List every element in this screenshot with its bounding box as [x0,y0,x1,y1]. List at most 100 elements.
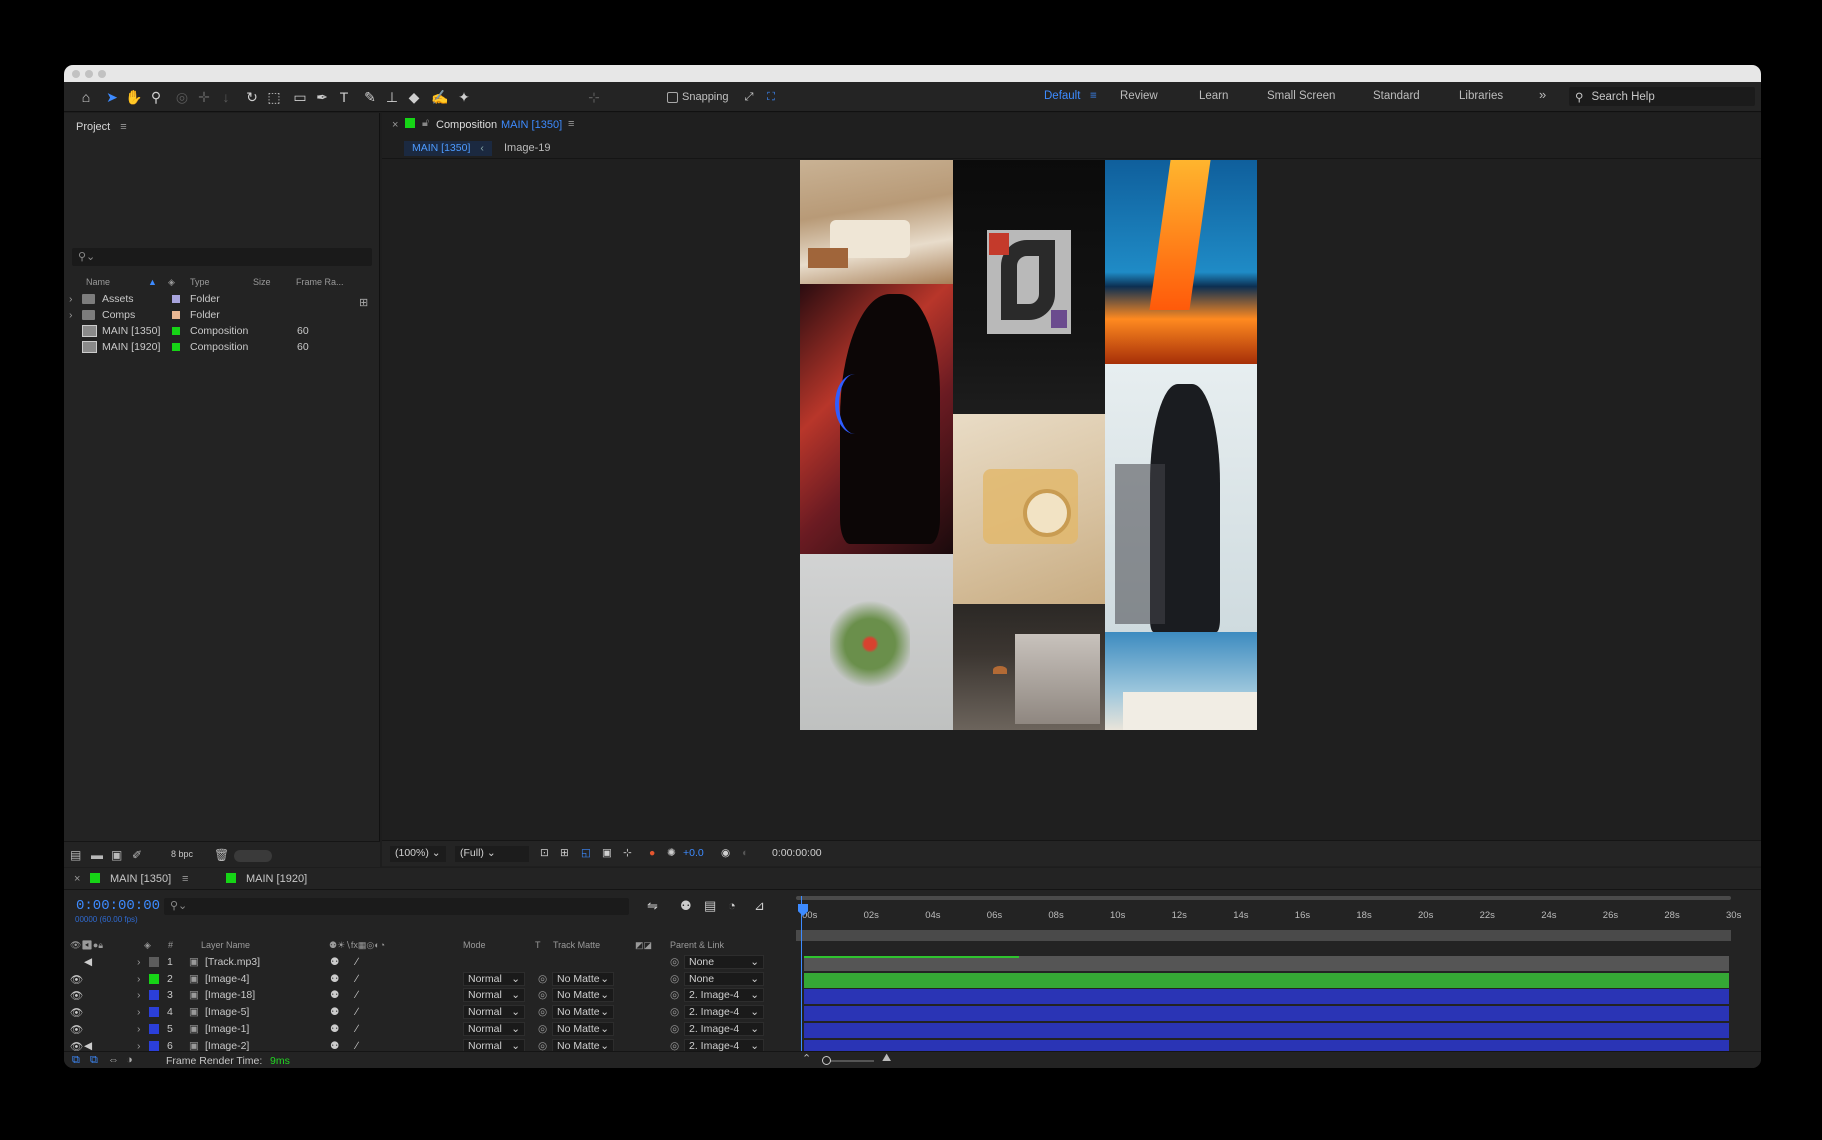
close-window-button[interactable] [72,70,80,78]
layer-duration-bar[interactable] [804,989,1729,1005]
layer-name[interactable]: [Image-18] [205,989,255,1001]
parent-link-select[interactable]: 2. Image-4 ⌄ [684,988,764,1003]
matte-pick-whip-icon[interactable]: ◎ [538,973,547,985]
expand-chevron-icon[interactable]: › [137,1006,141,1018]
workspace-learn[interactable]: Learn [1199,90,1228,102]
puppet-pin-tool-icon[interactable]: ✦ [454,87,474,107]
in-out-icon[interactable]: ⇔ [108,1054,119,1066]
shy-switch-icon[interactable]: ⚉ [330,1006,339,1018]
rectangle-tool-icon[interactable]: ▭ [290,87,310,107]
current-time-indicator[interactable] [801,896,802,1051]
lock-icon[interactable]: 🔓︎ [422,117,429,130]
image-tile-sofa[interactable] [800,160,953,284]
visibility-eye-icon[interactable]: 👁︎ [70,973,83,986]
adjust-icon[interactable]: ✐ [132,848,142,862]
project-item[interactable]: MAIN [1350] Composition 60 [64,323,380,339]
layer-name[interactable]: [Track.mp3] [205,956,260,968]
timeline-tab-main-1350[interactable]: MAIN [1350] [110,873,171,885]
label-swatch[interactable] [172,295,180,303]
expand-chevron-icon[interactable]: › [69,293,73,305]
parent-link-select[interactable]: None ⌄ [684,971,764,986]
layer-duration-bar[interactable] [804,1022,1729,1038]
parent-pick-whip-icon[interactable]: ◎ [670,1023,679,1035]
quality-switch-icon[interactable]: ∕ [356,1023,358,1035]
parent-link-select[interactable]: None ⌄ [684,955,764,969]
workspace-standard[interactable]: Standard [1373,90,1420,102]
new-folder-icon[interactable]: ▬ [91,848,103,862]
axis-mode-icon[interactable]: ⊹ [584,87,604,107]
resolution-dropdown[interactable]: (Full) ⌄ [455,846,529,862]
parent-link-select[interactable]: 2. Image-4 ⌄ [684,1021,764,1036]
layer-switches-icon[interactable]: ⧉ [72,1054,80,1067]
layer-row[interactable]: 👁︎ › 4 ▣ [Image-5] ⚉ ∕ Normal ⌄ ◎ No Matte ⌄ ◎ 2. Ima… [64,1004,794,1020]
parent-link-select[interactable]: 2. Image-4 ⌄ [684,1005,764,1020]
composition-canvas[interactable] [382,160,1761,840]
composition-tab[interactable]: × 🔓︎ Composition MAIN [1350] ≡ [382,113,1761,137]
flowchart-icon[interactable]: ⊞ [359,296,368,309]
visibility-eye-icon[interactable]: 👁︎ [70,1023,83,1036]
track-matte-select[interactable]: No Matte ⌄ [552,971,614,986]
image-tile-flower-vase[interactable] [800,554,953,730]
shy-switch-icon[interactable]: ⚉ [330,989,339,1001]
label-swatch[interactable] [172,327,180,335]
more-workspaces-icon[interactable]: » [1539,87,1546,102]
zoom-in-icon[interactable]: ⛰ [882,1052,891,1065]
column-name[interactable]: Name [86,277,110,287]
viewer-timecode[interactable]: 0:00:00:00 [772,847,822,859]
comp-flowchart-icon[interactable]: ⇋ [647,898,658,914]
layer-label-swatch[interactable] [149,957,159,967]
image-tile-profile-silhouette[interactable] [800,284,953,554]
color-management-icon[interactable]: ✺ [667,847,676,859]
layer-label-swatch[interactable] [149,973,159,984]
zoom-out-icon[interactable]: ⌃ [802,1052,811,1065]
label-column-icon[interactable]: ◈ [168,277,175,288]
track-matte-select[interactable]: No Matte ⌄ [552,1005,614,1020]
column-layer-name[interactable]: Layer Name [201,940,250,950]
audio-speaker-icon[interactable]: ◀︎ [84,1040,92,1052]
layer-label-swatch[interactable] [149,990,159,1001]
layer-row[interactable]: 👁︎ › 3 ▣ [Image-18] ⚉ ∕ Normal ⌄ ◎ No Matte ⌄ ◎ 2. Im… [64,987,794,1003]
pan-camera-icon[interactable]: ✛ [194,87,214,107]
timeline-tab-main-1920[interactable]: MAIN [1920] [246,873,307,885]
workspace-small-screen[interactable]: Small Screen [1267,90,1335,102]
thumbnail-size-slider[interactable] [234,850,272,862]
shy-switch-icon[interactable]: ⚉ [330,1023,339,1035]
image-tile-house[interactable] [1105,632,1257,730]
image-tile-letter-s[interactable] [953,160,1105,414]
expand-chevron-icon[interactable]: › [137,1023,141,1035]
matte-pick-whip-icon[interactable]: ◎ [538,989,547,1001]
panel-menu-icon[interactable]: ≡ [182,873,188,885]
region-of-interest-icon[interactable]: ▣ [602,847,612,859]
channel-icon[interactable]: ● [649,847,655,859]
audio-layer-bar[interactable] [804,956,1729,971]
layer-row[interactable]: ◀︎ › 1 ▣ [Track.mp3] ⚉ ∕ ◎ None ⌄ [64,954,794,970]
project-search-input[interactable]: ⚲⌄ [72,248,372,266]
eraser-tool-icon[interactable]: ◆ [404,87,424,107]
quality-switch-icon[interactable]: ∕ [356,1006,358,1018]
work-area-range[interactable] [796,930,1731,941]
column-size[interactable]: Size [253,277,271,287]
project-item[interactable]: MAIN [1920] Composition 60 [64,339,380,355]
blend-mode-select[interactable]: Normal ⌄ [463,1021,525,1036]
zoom-dropdown[interactable]: (100%) ⌄ [390,846,446,862]
matte-pick-whip-icon[interactable]: ◎ [538,1023,547,1035]
minimize-window-button[interactable] [85,70,93,78]
zoom-window-button[interactable] [98,70,106,78]
expand-chevron-icon[interactable]: › [137,989,141,1001]
hand-tool-icon[interactable]: ✋ [124,87,144,107]
breadcrumb-next[interactable]: Image-19 [504,142,550,154]
expand-chevron-icon[interactable]: › [137,973,141,985]
snapping-checkbox[interactable] [667,91,678,103]
graph-editor-icon[interactable]: ⊿ [754,898,765,914]
bit-depth-toggle[interactable]: 8 bpc [171,849,193,859]
parent-pick-whip-icon[interactable]: ◎ [670,1040,679,1052]
track-matte-select[interactable]: No Matte ⌄ [552,1021,614,1036]
parent-pick-whip-icon[interactable]: ◎ [670,1006,679,1018]
project-panel-title[interactable]: Project ≡ [76,121,127,133]
work-area-bar[interactable] [796,896,1731,900]
matte-pick-whip-icon[interactable]: ◎ [538,1006,547,1018]
label-swatch[interactable] [172,311,180,319]
workspace-libraries[interactable]: Libraries [1459,90,1503,102]
layer-label-swatch[interactable] [149,1040,159,1051]
rotation-tool-icon[interactable]: ↻ [242,87,262,107]
